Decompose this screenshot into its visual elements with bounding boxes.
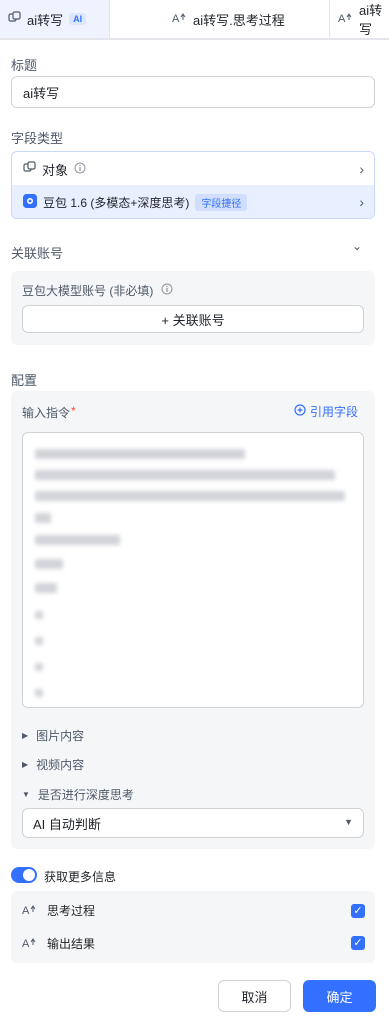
tab-label: ai转写 — [359, 3, 383, 37]
deep-think-toggle[interactable]: ▼ 是否进行深度思考 — [22, 786, 134, 803]
caret-right-icon: ▶ — [22, 760, 29, 769]
video-content-label: 视频内容 — [36, 758, 85, 772]
doubao-logo-icon — [23, 193, 37, 211]
svg-text:A: A — [172, 13, 180, 24]
more-info-switch[interactable] — [11, 867, 37, 883]
tab-label: ai转写 — [27, 12, 64, 28]
ref-field-button[interactable]: 引用字段 — [294, 403, 358, 420]
instruction-textarea[interactable] — [22, 432, 364, 708]
field-tabs: ai转写 AI A ai转写.思考过程 A ai转写 — [0, 0, 389, 40]
model-name: 豆包 1.6 (多模态+深度思考) — [43, 195, 190, 210]
caret-right-icon: ▶ — [22, 731, 29, 740]
ai-badge: AI — [69, 13, 87, 25]
option-label: 思考过程 — [47, 904, 96, 918]
deep-think-label: 是否进行深度思考 — [37, 788, 134, 802]
more-info-label: 获取更多信息 — [44, 870, 117, 884]
ai-text-icon: A — [22, 903, 37, 919]
object-icon — [8, 11, 21, 27]
option-label: 输出结果 — [47, 937, 96, 951]
account-label: 豆包大模型账号 (非必填) — [22, 284, 154, 298]
video-content-toggle[interactable]: ▶ 视频内容 — [22, 756, 84, 773]
account-field: 豆包大模型账号 (非必填) — [22, 282, 173, 299]
add-account-button[interactable]: + 关联账号 — [22, 305, 364, 333]
svg-text:A: A — [22, 905, 30, 916]
option-thinking: A 思考过程 — [22, 902, 95, 919]
type-name: 对象 — [42, 162, 69, 178]
info-icon — [161, 283, 173, 298]
linked-account-panel: 豆包大模型账号 (非必填) + 关联账号 — [11, 271, 375, 345]
instruction-label-wrap: 输入指令 * — [22, 404, 76, 421]
thinking-checkbox[interactable]: ✓ — [351, 904, 365, 918]
type-row-object[interactable]: 对象 › — [12, 152, 374, 186]
required-mark: * — [71, 404, 76, 418]
option-output: A 输出结果 — [22, 935, 95, 952]
tab-ai-transcribe-2[interactable]: A ai转写 — [330, 0, 389, 38]
tab-ai-transcribe[interactable]: ai转写 AI — [0, 0, 110, 38]
chevron-right-icon: › — [359, 161, 364, 177]
caret-down-icon: ▼ — [22, 790, 30, 799]
field-type-selector: 对象 › 豆包 1.6 (多模态+深度思考) 字段捷径 › — [11, 151, 375, 219]
image-content-label: 图片内容 — [36, 729, 85, 743]
ref-field-label: 引用字段 — [310, 405, 359, 419]
config-label: 配置 — [11, 373, 38, 388]
tabs-divider — [0, 38, 389, 40]
plus-circle-icon — [294, 404, 306, 419]
model-tag: 字段捷径 — [195, 193, 248, 211]
title-value: ai转写 — [23, 85, 60, 101]
deep-think-value: AI 自动判断 — [33, 816, 101, 832]
instruction-label: 输入指令 — [22, 406, 71, 420]
title-input[interactable]: ai转写 — [11, 76, 375, 108]
type-row-model[interactable]: 豆包 1.6 (多模态+深度思考) 字段捷径 › — [12, 185, 374, 218]
object-icon — [23, 161, 36, 177]
deep-think-select[interactable]: AI 自动判断 ▼ — [22, 808, 364, 838]
ai-text-icon: A — [338, 11, 353, 27]
field-type-label: 字段类型 — [11, 131, 64, 146]
ai-text-icon: A — [172, 11, 187, 27]
chevron-right-icon: › — [359, 194, 364, 210]
dropdown-caret-icon: ▼ — [344, 817, 353, 827]
cancel-button[interactable]: 取消 — [218, 980, 291, 1012]
image-content-toggle[interactable]: ▶ 图片内容 — [22, 727, 84, 744]
confirm-button[interactable]: 确定 — [303, 980, 376, 1012]
chevron-down-icon[interactable]: ⌄ — [352, 239, 362, 253]
svg-text:A: A — [338, 13, 346, 24]
tab-ai-transcribe-thinking[interactable]: A ai转写.思考过程 — [164, 0, 330, 38]
output-checkbox[interactable]: ✓ — [351, 936, 365, 950]
linked-account-label: 关联账号 — [11, 246, 64, 261]
info-icon — [74, 162, 86, 177]
title-label: 标题 — [11, 58, 38, 73]
ai-text-icon: A — [22, 936, 37, 952]
tab-label: ai转写.思考过程 — [193, 12, 285, 28]
svg-text:A: A — [22, 938, 30, 949]
